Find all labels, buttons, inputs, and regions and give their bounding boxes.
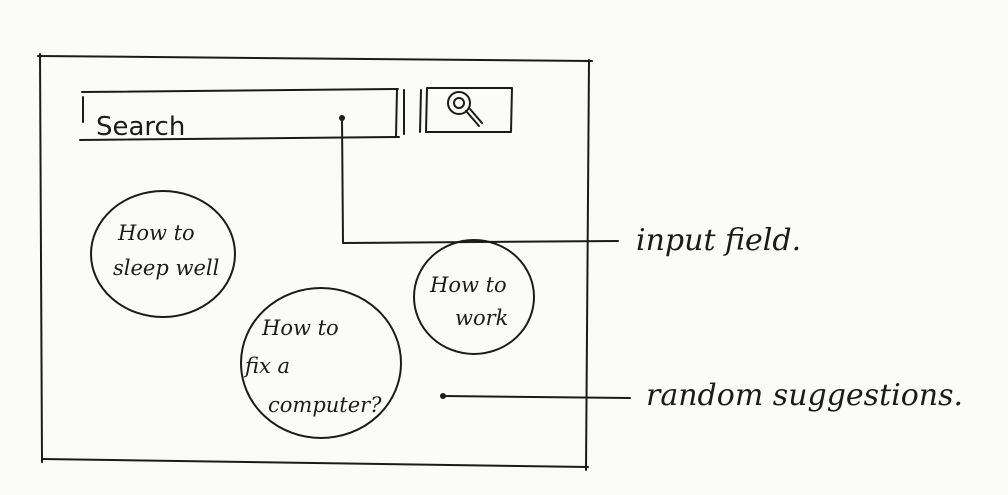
suggestion-text: How to sleep well bbox=[113, 221, 219, 280]
annotation-random-suggestions: random suggestions. bbox=[646, 378, 963, 413]
magnifier-icon bbox=[447, 91, 483, 127]
input-field-leader bbox=[339, 115, 619, 244]
suggestion-bubble-sleep-well[interactable]: How to sleep well bbox=[90, 190, 236, 318]
suggestion-bubble-work[interactable]: How to work bbox=[413, 239, 535, 355]
wireframe-drawing: Search How to sleep well How to work How… bbox=[37, 53, 963, 471]
suggestion-text: How to fix a computer? bbox=[243, 316, 382, 417]
search-input[interactable]: Search bbox=[79, 88, 405, 142]
search-button[interactable] bbox=[419, 87, 513, 133]
suggestion-bubble-fix-computer[interactable]: How to fix a computer? bbox=[240, 287, 402, 439]
search-placeholder: Search bbox=[96, 112, 185, 142]
annotation-input-field: input field. bbox=[636, 223, 801, 258]
suggestion-text: How to work bbox=[429, 273, 513, 330]
suggestions-leader bbox=[440, 393, 631, 399]
wireframe-sketch: Search How to sleep well How to work How… bbox=[0, 0, 1008, 495]
